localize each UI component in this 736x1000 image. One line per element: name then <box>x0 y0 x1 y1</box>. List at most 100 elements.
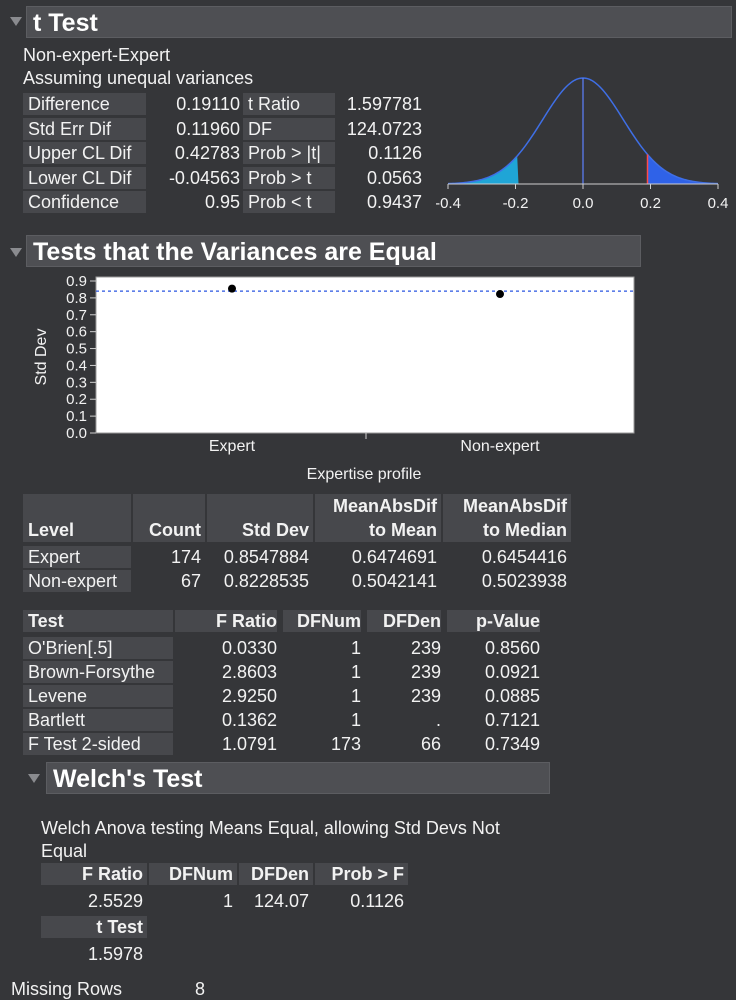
ttest-stat-label: Prob < t <box>243 191 335 213</box>
test-table-cell: . <box>435 710 441 730</box>
y-tick-label: 0.6 <box>66 324 87 341</box>
test-table-cell: 1 <box>350 638 361 658</box>
test-table-cell: 0.7349 <box>484 734 540 754</box>
test-table-cell: 0.0330 <box>221 638 277 658</box>
collapse-triangle-icon[interactable] <box>10 248 22 257</box>
y-axis-title: Std Dev <box>33 329 50 386</box>
test-table-header: DFNum <box>283 610 361 632</box>
test-table-cell: 0.0921 <box>484 662 540 682</box>
ttest-stat-label: t Ratio <box>243 93 335 115</box>
std-dev-point <box>228 284 236 293</box>
test-table-cell: Bartlett <box>23 709 173 731</box>
level-table-cell: 0.5023938 <box>481 571 567 591</box>
dist-tick-label: 0.2 <box>640 195 661 212</box>
ttest-row-label: Confidence <box>23 191 146 213</box>
level-header-line1 <box>207 495 309 517</box>
test-table-cell: 1 <box>350 710 361 730</box>
welch-table-header: F Ratio <box>41 863 147 885</box>
welch-header[interactable]: Welch's Test <box>46 762 550 794</box>
level-table-cell: 0.8228535 <box>223 571 309 591</box>
level-table-cell: 0.6454416 <box>481 547 567 567</box>
ttest-row-value: 0.42783 <box>174 143 240 163</box>
test-table-header: p-Value <box>447 610 540 632</box>
ttest-stat-value: 0.1126 <box>368 143 422 163</box>
ttest-stat-value: 124.0723 <box>346 118 422 139</box>
dist-tick-label: -0.2 <box>503 195 529 212</box>
test-table-header: Test <box>23 610 173 632</box>
level-table-cell: Expert <box>23 546 131 568</box>
level-table-cell: 0.8547884 <box>223 547 309 567</box>
test-table-cell: 2.8603 <box>221 662 277 682</box>
test-table-cell: 1 <box>350 686 361 706</box>
plot-frame <box>95 276 635 434</box>
test-table-cell: 0.8560 <box>484 638 540 658</box>
left-tail-area <box>448 155 519 184</box>
welch-t-test-value: 1.5978 <box>87 944 143 964</box>
level-header-line2: to Median <box>483 520 567 540</box>
std-dev-chart: 0.00.10.20.30.40.50.60.70.80.9 Expert Non-… <box>33 273 635 483</box>
level-header-line1: MeanAbsDif <box>332 496 437 516</box>
t-distribution-plot: -0.4 -0.2 0.0 0.2 0.4 <box>436 77 729 212</box>
missing-rows-label: Missing Rows <box>11 979 123 999</box>
test-table-header: DFDen <box>367 610 441 632</box>
test-table-cell: 239 <box>410 686 441 706</box>
std-dev-point <box>496 290 504 299</box>
welch-description-line2: Equal <box>41 841 88 861</box>
test-table-cell: F Test 2-sided <box>23 733 173 755</box>
ttest-stat-label: Prob > t <box>243 166 335 189</box>
ttest-row-value: 0.95 <box>204 192 240 212</box>
ttest-stat-label: DF <box>243 117 335 140</box>
collapse-triangle-icon[interactable] <box>28 774 40 783</box>
welch-table-value: 2.5529 <box>87 891 143 911</box>
test-table-cell: Levene <box>23 685 173 707</box>
test-table-cell: 239 <box>410 662 441 682</box>
level-header-line2: to Mean <box>368 520 437 540</box>
welch-table-header: DFNum <box>149 863 237 885</box>
y-tick-label: 0.3 <box>66 374 87 391</box>
welch-table-header: Prob > F <box>315 863 408 885</box>
missing-rows-value: 8 <box>195 979 206 999</box>
test-table-cell: 1.0791 <box>221 734 277 754</box>
variances-header[interactable]: Tests that the Variances are Equal <box>26 235 641 267</box>
test-table-cell: 239 <box>410 638 441 658</box>
y-tick-label: 0.7 <box>66 307 87 324</box>
ttest-row-value: 0.19110 <box>176 94 240 114</box>
y-tick-label: 0.0 <box>66 425 87 442</box>
level-table-cell: 174 <box>170 547 201 567</box>
level-header-line1 <box>133 495 201 517</box>
ttest-stat-value: 0.9437 <box>366 192 422 212</box>
ttest-stat-value: 1.597781 <box>346 94 422 114</box>
ttest-comparison: Non-expert-Expert <box>23 45 171 65</box>
ttest-row-value: -0.04563 <box>168 167 240 188</box>
ttest-row-label: Std Err Dif <box>23 117 146 140</box>
ttest-assumption: Assuming unequal variances <box>23 68 254 88</box>
ttest-row-label: Lower CL Dif <box>23 166 146 189</box>
level-header-line1: MeanAbsDif <box>462 496 567 516</box>
x-category-label: Non-expert <box>460 438 540 455</box>
test-table-cell: 0.0885 <box>484 686 540 706</box>
ttest-stat-value: 0.0563 <box>366 167 422 188</box>
test-table-cell: 0.7121 <box>484 710 540 730</box>
welch-table-value: 1 <box>222 891 233 911</box>
ttest-row-label: Upper CL Dif <box>23 142 146 164</box>
welch-description-line1: Welch Anova testing Means Equal, allowin… <box>41 818 500 838</box>
level-table-cell: 0.6474691 <box>351 547 437 567</box>
ttest-header[interactable]: t Test <box>26 6 732 38</box>
dist-tick-label: 0.4 <box>708 195 729 212</box>
level-header-line2: Level <box>28 520 75 540</box>
test-table-cell: 0.1362 <box>221 710 277 730</box>
test-table-cell: 2.9250 <box>221 686 277 706</box>
test-table-cell: Brown-Forsythe <box>23 661 173 683</box>
level-header-line2: Count <box>149 520 201 540</box>
test-table-header: F Ratio <box>175 610 277 632</box>
level-table-cell: Non-expert <box>23 570 131 592</box>
test-table-cell: 1 <box>350 662 361 682</box>
collapse-triangle-icon[interactable] <box>10 17 22 26</box>
y-tick-label: 0.9 <box>66 273 87 290</box>
y-tick-label: 0.2 <box>66 391 87 408</box>
x-axis-title: Expertise profile <box>307 466 422 483</box>
level-header-line1 <box>23 495 127 517</box>
dist-tick-label: 0.0 <box>573 195 594 212</box>
ttest-row-label: Difference <box>23 93 146 115</box>
ttest-stat-label: Prob > |t| <box>243 142 335 164</box>
